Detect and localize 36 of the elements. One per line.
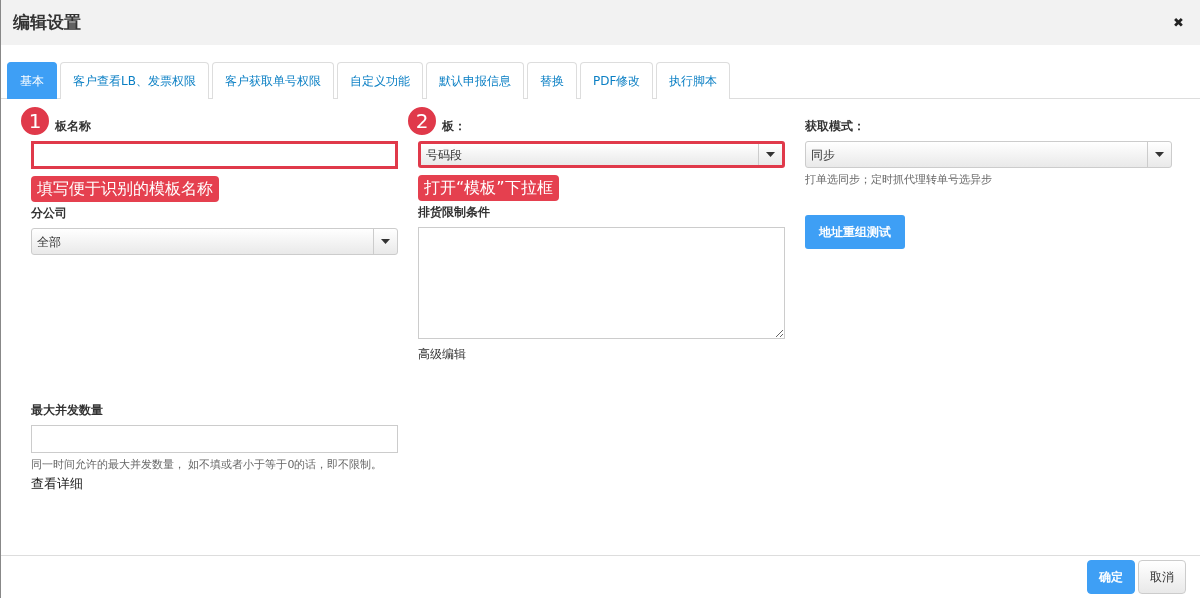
cancel-button[interactable]: 取消 <box>1138 560 1186 594</box>
input-field[interactable] <box>31 425 398 453</box>
text-area[interactable] <box>418 227 785 339</box>
tab[interactable]: 自定义功能 <box>336 62 423 99</box>
help-text: 打单选同步；定时抓代理转单号选异步 <box>805 172 993 188</box>
field-label: 获取模式： <box>805 118 865 135</box>
details-link[interactable]: 查看详细 <box>31 475 83 491</box>
field-label: 板名称 <box>55 118 91 135</box>
input-field[interactable] <box>31 141 398 169</box>
field-label: 排货限制条件 <box>418 204 490 221</box>
tab[interactable]: 替换 <box>526 62 577 99</box>
caret-icon <box>766 152 775 157</box>
dialog-title: 编辑设置 <box>13 10 81 34</box>
test-button[interactable]: 地址重组测试 <box>805 214 905 249</box>
advanced-edit-link[interactable]: 高级编辑 <box>418 345 466 363</box>
field-label: 最大并发数量 <box>31 402 103 419</box>
tab[interactable]: 默认申报信息 <box>425 62 524 99</box>
close-button[interactable]: ✖ <box>1169 12 1188 33</box>
caret-icon <box>381 239 390 244</box>
annotation-callout: 打开“模板”下拉框 <box>418 175 559 201</box>
field-label: 板： <box>442 118 466 135</box>
help-text: 同一时间允许的最大并发数量， 如不填或者小于等于0的话，即不限制。 查看详细 <box>31 457 384 493</box>
dropdown-field[interactable]: 全部 <box>31 228 398 255</box>
step-number-badge: 1 <box>19 105 51 137</box>
field-label: 分公司 <box>31 205 67 222</box>
confirm-button[interactable]: 确定 <box>1087 560 1135 594</box>
tab[interactable]: 执行脚本 <box>656 62 731 99</box>
caret-icon <box>1155 152 1164 157</box>
tab[interactable]: 客户查看LB、发票权限 <box>60 62 209 99</box>
dropdown-field[interactable]: 号码段 <box>418 141 785 168</box>
tab[interactable]: PDF修改 <box>579 62 654 99</box>
tab[interactable]: 客户获取单号权限 <box>211 62 334 99</box>
annotation-callout: 填写便于识别的模板名称 <box>31 176 219 202</box>
step-number-badge: 2 <box>406 105 438 137</box>
tab[interactable]: 基本 <box>7 62 57 99</box>
dropdown-field[interactable]: 同步 <box>805 141 1172 168</box>
